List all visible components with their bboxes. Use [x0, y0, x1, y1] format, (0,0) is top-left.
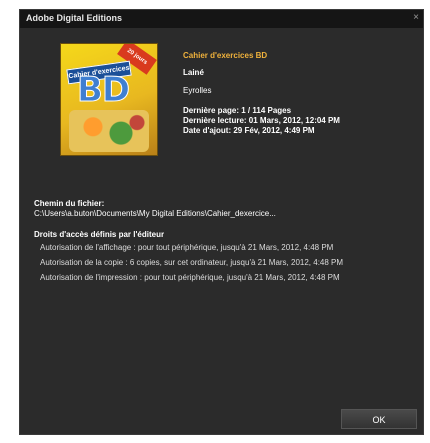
book-cover-image: 20 jours Cahier d'exercices BD — [60, 43, 158, 156]
last-page: Dernière page: 1 / 114 Pages — [183, 106, 292, 115]
rights-item: Autorisation de l'impression : pour tout… — [40, 273, 340, 282]
file-path-label: Chemin du fichier: — [34, 199, 105, 208]
last-read: Dernière lecture: 01 Mars, 2012, 12:04 P… — [183, 116, 340, 125]
book-author: Lainé — [183, 68, 204, 77]
rights-item: Autorisation de l'affichage : pour tout … — [40, 243, 334, 252]
window-title: Adobe Digital Editions — [26, 13, 122, 23]
book-info-dialog: Adobe Digital Editions × 20 jours Cahier… — [19, 9, 424, 435]
rights-item: Autorisation de la copie : 6 copies, sur… — [40, 258, 344, 267]
dialog-content: 20 jours Cahier d'exercices BD Cahier d'… — [20, 28, 423, 434]
book-title: Cahier d'exercices BD — [183, 51, 268, 60]
ok-button[interactable]: OK — [341, 409, 417, 429]
cover-letters: BD — [76, 70, 130, 111]
cover-illustration — [69, 110, 149, 152]
book-publisher: Eyrolles — [183, 86, 212, 95]
rights-label: Droits d'accès définis par l'éditeur — [34, 230, 165, 239]
close-icon[interactable]: × — [413, 12, 419, 23]
date-added: Date d'ajout: 29 Fév, 2012, 4:49 PM — [183, 126, 315, 135]
rights-list: Autorisation de l'affichage : pour tout … — [40, 241, 420, 286]
file-path-value: C:\Users\a.buton\Documents\My Digital Ed… — [34, 209, 276, 218]
title-bar: Adobe Digital Editions × — [20, 10, 423, 28]
